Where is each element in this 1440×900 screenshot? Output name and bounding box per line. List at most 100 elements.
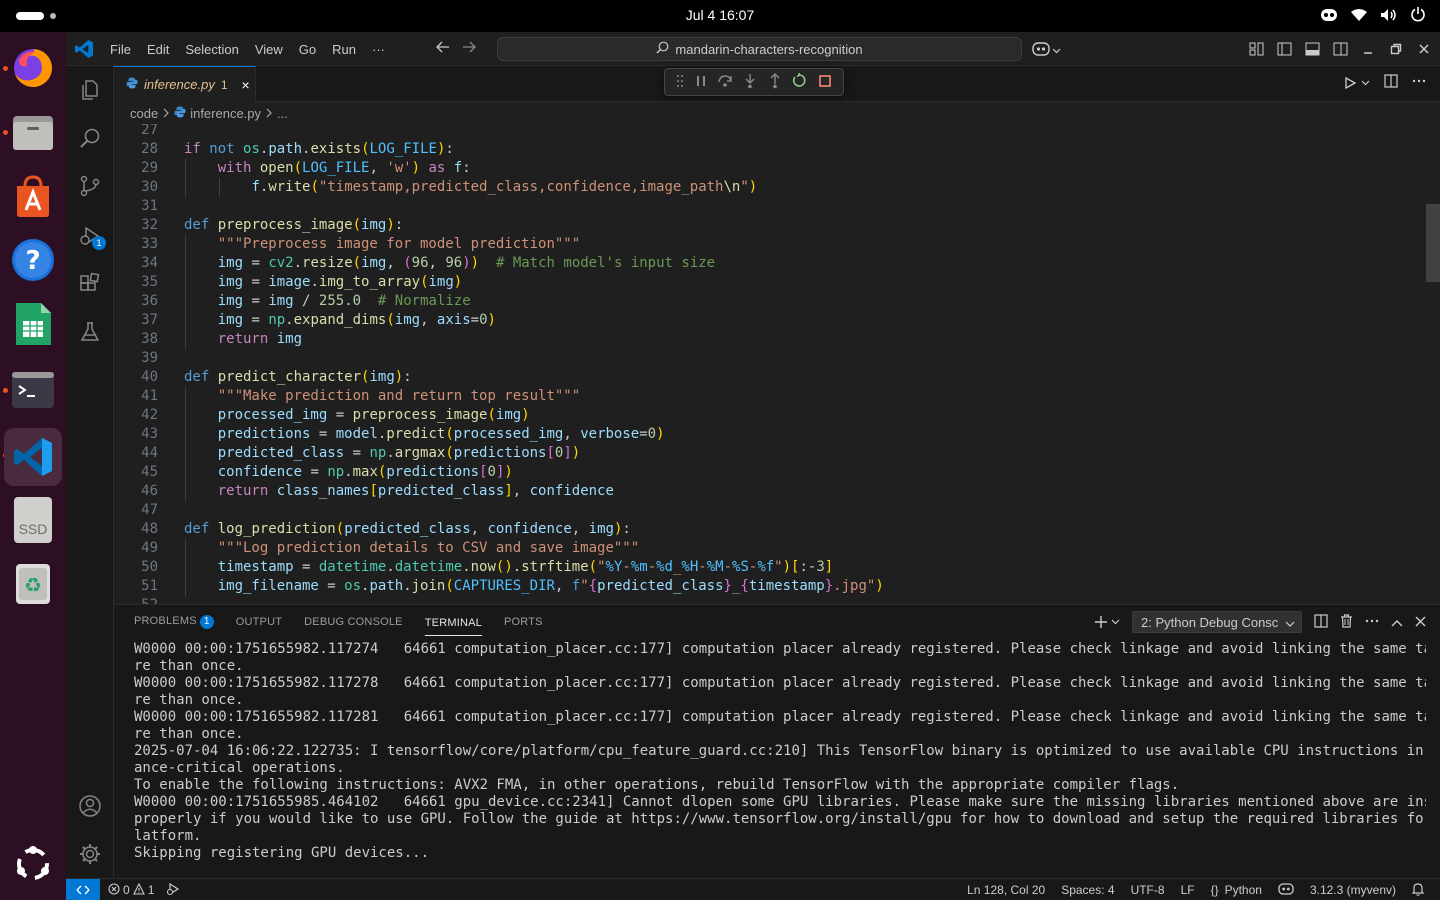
testing-flask-icon[interactable]	[78, 320, 102, 344]
scrollbar-thumb[interactable]	[1426, 204, 1440, 282]
code-line[interactable]: 44 predicted_class = np.argmax(predictio…	[114, 444, 1314, 463]
code-line[interactable]: 50 timestamp = datetime.datetime.now().s…	[114, 558, 1314, 577]
code-line[interactable]: 33 """Preprocess image for model predict…	[114, 235, 1314, 254]
extensions-icon[interactable]	[78, 272, 102, 296]
end-of-line[interactable]: LF	[1181, 883, 1195, 897]
notifications-bell-icon[interactable]	[1411, 882, 1425, 899]
restart-icon[interactable]	[792, 72, 807, 91]
terminal-output[interactable]: W0000 00:00:1751655982.117274 64661 comp…	[134, 641, 1426, 862]
terminal-selector[interactable]: 2: Python Debug Consc	[1132, 611, 1302, 633]
terminal-icon[interactable]	[9, 366, 57, 414]
menu-file[interactable]: File	[102, 42, 139, 57]
firefox-icon[interactable]	[9, 44, 57, 92]
code-line[interactable]: 45 confidence = np.max(predictions[0])	[114, 463, 1314, 482]
new-terminal-icon[interactable]	[1094, 615, 1120, 629]
step-into-icon[interactable]	[743, 73, 757, 92]
code-line[interactable]: 28 if not os.path.exists(LOG_FILE):	[114, 140, 1314, 159]
help-icon[interactable]: ?	[9, 236, 57, 284]
code-line[interactable]: 51 img_filename = os.path.join(CAPTURES_…	[114, 577, 1314, 596]
more-actions-icon[interactable]	[1365, 614, 1379, 631]
accounts-icon[interactable]	[78, 794, 102, 818]
copilot-menu[interactable]	[1032, 40, 1061, 59]
kill-terminal-icon[interactable]	[1340, 613, 1353, 631]
code-line[interactable]: 27	[114, 124, 1314, 140]
minimize-icon[interactable]	[1360, 41, 1376, 57]
code-editor[interactable]: 27 28 if not os.path.exists(LOG_FILE): 29 w…	[114, 124, 1440, 604]
back-arrow-icon[interactable]	[436, 40, 450, 59]
restore-icon[interactable]	[1388, 41, 1404, 57]
tab-debug-console[interactable]: DEBUG CONSOLE	[304, 616, 403, 628]
code-line[interactable]: 35 img = image.img_to_array(img)	[114, 273, 1314, 292]
tab-output[interactable]: OUTPUT	[236, 616, 282, 628]
split-editor-icon[interactable]	[1384, 74, 1398, 91]
code-line[interactable]: 37 img = np.expand_dims(img, axis=0)	[114, 311, 1314, 330]
code-line[interactable]: 30 f.write("timestamp,predicted_class,co…	[114, 178, 1314, 197]
code-line[interactable]: 34 img = cv2.resize(img, (96, 96)) # Mat…	[114, 254, 1314, 273]
run-python-file-icon[interactable]	[1343, 74, 1370, 91]
menu-more[interactable]: ···	[364, 42, 393, 57]
ssd-drive-icon[interactable]: SSD	[9, 496, 57, 544]
tab-ports[interactable]: PORTS	[504, 616, 543, 628]
volume-icon[interactable]	[1380, 7, 1398, 26]
toggle-secondary-sidebar-icon[interactable]	[1332, 41, 1348, 57]
close-window-icon[interactable]	[1416, 41, 1432, 57]
copilot-status-icon[interactable]	[1278, 882, 1294, 898]
libreoffice-calc-icon[interactable]	[9, 300, 57, 348]
remote-indicator-icon[interactable]	[66, 879, 100, 900]
close-panel-icon[interactable]	[1415, 614, 1426, 630]
maximize-panel-icon[interactable]	[1391, 614, 1403, 630]
code-line[interactable]: 46 return class_names[predicted_class], …	[114, 482, 1314, 501]
menu-view[interactable]: View	[247, 42, 291, 57]
code-line[interactable]: 52	[114, 596, 1314, 604]
tab-close-icon[interactable]: ×	[242, 77, 250, 93]
files-icon[interactable]	[9, 108, 57, 156]
pause-icon[interactable]	[695, 74, 707, 91]
explorer-icon[interactable]	[78, 78, 102, 102]
language-mode[interactable]: {} Python	[1211, 883, 1262, 897]
breadcrumb-file[interactable]: inference.py	[190, 106, 261, 121]
breadcrumb-folder[interactable]: code	[130, 106, 158, 121]
source-control-icon[interactable]	[78, 174, 102, 198]
copilot-icon[interactable]	[1320, 7, 1338, 26]
stop-icon[interactable]	[818, 74, 832, 91]
tab-problems[interactable]: PROBLEMS 1	[134, 615, 214, 629]
terminal-scrollbar[interactable]	[1426, 641, 1440, 879]
customize-layout-icon[interactable]	[1248, 41, 1264, 57]
code-line[interactable]: 29 with open(LOG_FILE, 'w') as f:	[114, 159, 1314, 178]
indentation[interactable]: Spaces: 4	[1061, 883, 1114, 897]
code-line[interactable]: 32 def preprocess_image(img):	[114, 216, 1314, 235]
tab-terminal[interactable]: TERMINAL	[424, 609, 482, 636]
code-line[interactable]: 36 img = img / 255.0 # Normalize	[114, 292, 1314, 311]
activities-indicator[interactable]	[16, 12, 44, 20]
tab-inference-py[interactable]: inference.py 1 ×	[114, 66, 256, 102]
code-line[interactable]: 47	[114, 501, 1314, 520]
code-line[interactable]: 43 predictions = model.predict(processed…	[114, 425, 1314, 444]
command-center-search[interactable]: mandarin-characters-recognition	[497, 37, 1022, 61]
code-line[interactable]: 42 processed_img = preprocess_image(img)	[114, 406, 1314, 425]
step-over-icon[interactable]	[717, 74, 733, 91]
more-actions-icon[interactable]	[1412, 74, 1426, 91]
vscode-icon[interactable]	[4, 428, 62, 486]
search-icon[interactable]	[78, 126, 102, 150]
split-terminal-icon[interactable]	[1314, 613, 1328, 631]
wifi-icon[interactable]	[1350, 7, 1368, 26]
app-center-icon[interactable]	[9, 172, 57, 220]
run-and-debug-icon[interactable]: 1	[78, 224, 106, 250]
debug-status-icon[interactable]	[166, 882, 180, 899]
step-out-icon[interactable]	[768, 72, 782, 92]
code-line[interactable]: 39	[114, 349, 1314, 368]
drag-handle-icon[interactable]	[676, 74, 684, 91]
editor-scrollbar[interactable]	[1426, 124, 1440, 604]
python-interpreter[interactable]: 3.12.3 (myvenv)	[1310, 883, 1396, 897]
settings-gear-icon[interactable]	[78, 842, 102, 866]
file-encoding[interactable]: UTF-8	[1131, 883, 1165, 897]
code-line[interactable]: 41 """Make prediction and return top res…	[114, 387, 1314, 406]
code-line[interactable]: 31	[114, 197, 1314, 216]
breadcrumb-symbol[interactable]: ...	[277, 106, 288, 121]
show-apps-icon[interactable]	[9, 840, 57, 888]
system-tray[interactable]	[1320, 0, 1426, 32]
toggle-panel-icon[interactable]	[1304, 41, 1320, 57]
code-line[interactable]: 40 def predict_character(img):	[114, 368, 1314, 387]
code-line[interactable]: 38 return img	[114, 330, 1314, 349]
menu-selection[interactable]: Selection	[177, 42, 246, 57]
